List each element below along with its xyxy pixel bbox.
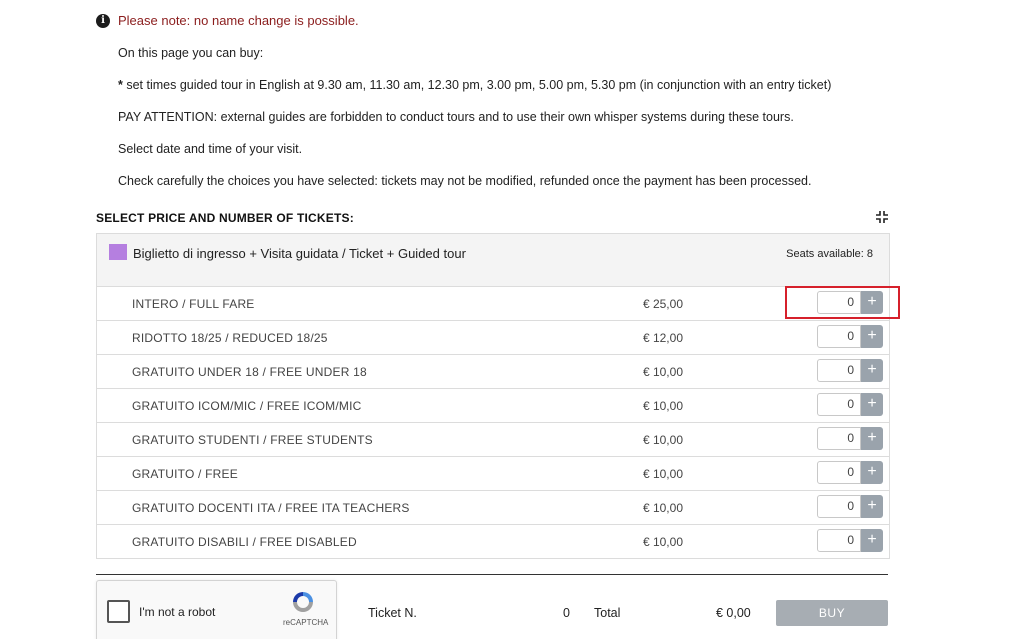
- fare-row: GRATUITO UNDER 18 / FREE UNDER 18 € 10,00…: [97, 355, 889, 389]
- divider: [96, 574, 888, 575]
- seats-available: Seats available: 8: [786, 248, 873, 260]
- notice-text: Please note: no name change is possible.: [118, 13, 359, 28]
- quantity-input[interactable]: 0: [817, 495, 861, 518]
- quantity-input[interactable]: 0: [817, 359, 861, 382]
- quantity-input[interactable]: 0: [817, 427, 861, 450]
- info-select: Select date and time of your visit.: [118, 142, 303, 156]
- ticket-name: Biglietto di ingresso + Visita guidata /…: [133, 246, 466, 261]
- plus-icon[interactable]: +: [861, 427, 883, 450]
- fare-price: € 12,00: [642, 331, 683, 345]
- info-tour: * set times guided tour in English at 9.…: [118, 78, 831, 92]
- recaptcha-label: I'm not a robot: [139, 605, 216, 619]
- ticket-color-swatch: [109, 244, 127, 260]
- fare-row: GRATUITO ICOM/MIC / FREE ICOM/MIC € 10,00…: [97, 389, 889, 423]
- fare-label: GRATUITO UNDER 18 / FREE UNDER 18: [132, 365, 367, 379]
- plus-icon[interactable]: +: [861, 495, 883, 518]
- info-check: Check carefully the choices you have sel…: [118, 174, 812, 188]
- quantity-stepper: 0 +: [817, 461, 883, 484]
- ticket-header: Biglietto di ingresso + Visita guidata /…: [97, 234, 889, 287]
- quantity-stepper: 0 +: [817, 393, 883, 416]
- quantity-input[interactable]: 0: [817, 461, 861, 484]
- fare-price: € 10,00: [642, 365, 683, 379]
- quantity-stepper: 0 +: [817, 359, 883, 382]
- fare-price: € 25,00: [642, 297, 683, 311]
- quantity-stepper: 0 +: [817, 495, 883, 518]
- ticket-count-value: 0: [563, 606, 570, 620]
- info-icon: i: [96, 13, 110, 28]
- total-label: Total: [594, 606, 621, 620]
- ticket-count-label: Ticket N.: [368, 606, 417, 620]
- quantity-input[interactable]: 0: [817, 529, 861, 552]
- plus-icon[interactable]: +: [861, 529, 883, 552]
- plus-icon[interactable]: +: [861, 359, 883, 382]
- section-title: SELECT PRICE AND NUMBER OF TICKETS:: [96, 211, 354, 225]
- quantity-input[interactable]: 0: [817, 393, 861, 416]
- notice: i Please note: no name change is possibl…: [96, 13, 359, 28]
- recaptcha-brand: reCAPTCHA: [283, 618, 329, 627]
- fare-row: GRATUITO STUDENTI / FREE STUDENTS € 10,00…: [97, 423, 889, 457]
- fare-label: GRATUITO DISABILI / FREE DISABLED: [132, 535, 357, 549]
- recaptcha-checkbox[interactable]: [107, 600, 130, 623]
- fare-label: RIDOTTO 18/25 / REDUCED 18/25: [132, 331, 328, 345]
- fare-label: GRATUITO STUDENTI / FREE STUDENTS: [132, 433, 373, 447]
- total-value: € 0,00: [716, 606, 751, 620]
- plus-icon[interactable]: +: [861, 461, 883, 484]
- plus-icon[interactable]: +: [861, 393, 883, 416]
- fare-row: INTERO / FULL FARE € 25,00 0 +: [97, 287, 889, 321]
- fare-price: € 10,00: [642, 501, 683, 515]
- fare-label: GRATUITO ICOM/MIC / FREE ICOM/MIC: [132, 399, 362, 413]
- fare-price: € 10,00: [642, 399, 683, 413]
- fare-row: GRATUITO DOCENTI ITA / FREE ITA TEACHERS…: [97, 491, 889, 525]
- fare-label: INTERO / FULL FARE: [132, 297, 255, 311]
- fare-row: GRATUITO / FREE € 10,00 0 +: [97, 457, 889, 491]
- info-attention: PAY ATTENTION: external guides are forbi…: [118, 110, 794, 124]
- fare-price: € 10,00: [642, 433, 683, 447]
- buy-button[interactable]: BUY: [776, 600, 888, 626]
- info-intro: On this page you can buy:: [118, 46, 264, 60]
- fare-label: GRATUITO / FREE: [132, 467, 238, 481]
- fare-row: RIDOTTO 18/25 / REDUCED 18/25 € 12,00 0 +: [97, 321, 889, 355]
- plus-icon[interactable]: +: [861, 325, 883, 348]
- quantity-stepper: 0 +: [817, 325, 883, 348]
- fare-row: GRATUITO DISABILI / FREE DISABLED € 10,00…: [97, 525, 889, 559]
- recaptcha-logo-icon: [293, 592, 313, 612]
- fare-price: € 10,00: [642, 535, 683, 549]
- highlight-box: [785, 286, 900, 319]
- collapse-icon[interactable]: [875, 210, 889, 224]
- fare-price: € 10,00: [642, 467, 683, 481]
- quantity-stepper: 0 +: [817, 427, 883, 450]
- quantity-stepper: 0 +: [817, 529, 883, 552]
- recaptcha-widget: I'm not a robot reCAPTCHA: [96, 580, 337, 639]
- quantity-input[interactable]: 0: [817, 325, 861, 348]
- fare-label: GRATUITO DOCENTI ITA / FREE ITA TEACHERS: [132, 501, 410, 515]
- info-tour-text: set times guided tour in English at 9.30…: [122, 78, 832, 92]
- ticket-panel: Biglietto di ingresso + Visita guidata /…: [96, 233, 890, 559]
